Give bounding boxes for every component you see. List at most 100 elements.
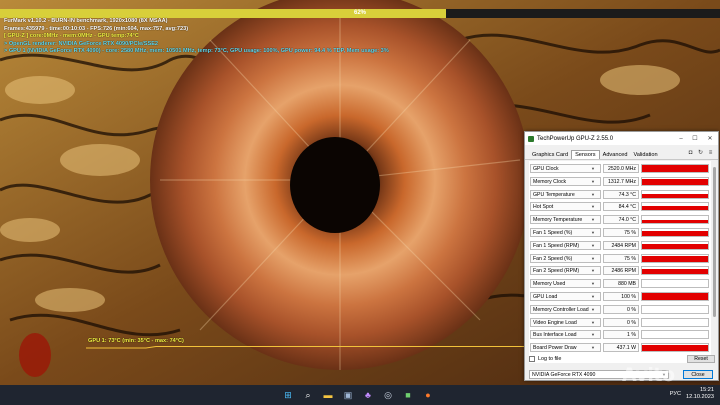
sensor-graph-fill xyxy=(642,178,708,185)
taskbar-icons: ⊞ ⌕ ▬ ▣ ♣ ◎ ■ ● xyxy=(281,388,435,402)
sensor-row: Fan 1 Speed (RPM) ▼ 2484 RPM xyxy=(529,240,709,251)
avito-watermark: Avito xyxy=(622,364,675,386)
sensor-graph-fill xyxy=(642,165,708,172)
temperature-graph-label: GPU 1: 73°C (min: 35°C - max: 74°C) xyxy=(88,338,184,344)
gpuz-tabs: Graphics Card Sensors Advanced Validatio… xyxy=(525,149,718,160)
sensor-graph xyxy=(641,189,709,199)
sensor-graph-fill xyxy=(642,193,708,198)
temperature-graph-line xyxy=(86,346,526,349)
gamepad-icon[interactable]: ♣ xyxy=(361,388,375,402)
gpuz-taskbar-icon[interactable]: ■ xyxy=(401,388,415,402)
sensor-graph xyxy=(641,202,709,212)
menu-icon[interactable]: ≡ xyxy=(707,150,714,157)
clock[interactable]: 15:21 12.10.2023 xyxy=(686,387,714,401)
sensor-row: Hot Spot ▼ 84.4 °C xyxy=(529,201,709,212)
sensor-value: 74.0 °C xyxy=(603,215,639,225)
sensor-graph xyxy=(641,279,709,289)
close-button[interactable]: Close xyxy=(683,369,713,379)
sensor-row: GPU Load ▼ 100 % xyxy=(529,291,709,302)
sensor-value: 74.3 °C xyxy=(603,189,639,199)
sensor-graph-fill xyxy=(642,230,708,236)
chevron-down-icon[interactable]: ▼ xyxy=(591,281,595,286)
sensor-row: Video Engine Load ▼ 0 % xyxy=(529,317,709,328)
gpuz-title-bar[interactable]: TechPowerUp GPU-Z 2.55.0 – ☐ ✕ xyxy=(525,132,718,145)
steam-icon[interactable]: ◎ xyxy=(381,388,395,402)
sensor-row: Bus Interface Load ▼ 1 % xyxy=(529,329,709,340)
tab-graphics-card[interactable]: Graphics Card xyxy=(529,151,571,159)
progress-label: 62% xyxy=(353,10,366,16)
file-explorer-icon[interactable]: ▬ xyxy=(321,388,335,402)
maximize-button[interactable]: ☐ xyxy=(688,135,702,142)
clock-time: 15:21 xyxy=(700,387,714,393)
chevron-down-icon[interactable]: ▼ xyxy=(591,217,595,222)
camera-icon[interactable]: ◘ xyxy=(687,150,694,157)
sensor-graph xyxy=(641,253,709,263)
tab-advanced[interactable]: Advanced xyxy=(600,151,631,159)
sensor-graph-fill xyxy=(642,243,708,249)
chevron-down-icon[interactable]: ▼ xyxy=(591,179,595,184)
chevron-down-icon[interactable]: ▼ xyxy=(591,256,595,261)
log-to-file-label[interactable]: Log to file xyxy=(538,356,687,362)
sensor-row: GPU Temperature ▼ 74.3 °C xyxy=(529,189,709,200)
clock-date: 12.10.2023 xyxy=(686,394,714,400)
sensor-graph xyxy=(641,304,709,314)
sensor-value: 75 % xyxy=(603,253,639,263)
osd-gpu-line: > GPU 1 (NVIDIA GeForce RTX 4090) - core… xyxy=(4,48,389,55)
sensor-graph xyxy=(641,164,709,173)
sensor-value: 2486 RPM xyxy=(603,266,639,276)
refresh-icon[interactable]: ↻ xyxy=(697,150,704,157)
sensor-graph xyxy=(641,176,709,186)
tab-validation[interactable]: Validation xyxy=(630,151,660,159)
chevron-down-icon[interactable]: ▼ xyxy=(591,320,595,325)
osd-gpuz-line: [ GPU-Z ] core:0MHz - mem:0MHz - GPU tem… xyxy=(4,33,139,40)
search-icon[interactable]: ⌕ xyxy=(301,388,315,402)
chevron-down-icon[interactable]: ▼ xyxy=(591,192,595,197)
minimize-button[interactable]: – xyxy=(674,136,688,142)
sensor-graph xyxy=(641,317,709,327)
sensor-graph-fill xyxy=(642,205,708,211)
chevron-down-icon[interactable]: ▼ xyxy=(591,332,595,337)
sensor-value: 0 % xyxy=(603,317,639,327)
sensor-graph-fill xyxy=(642,219,708,224)
windows-start-icon[interactable]: ⊞ xyxy=(281,388,295,402)
chevron-down-icon[interactable]: ▼ xyxy=(591,268,595,273)
sensor-graph-fill xyxy=(642,344,708,352)
sensor-row: Memory Controller Load ▼ 0 % xyxy=(529,304,709,315)
task-view-icon[interactable]: ▣ xyxy=(341,388,355,402)
tab-sensors[interactable]: Sensors xyxy=(571,150,600,159)
gpuz-app-icon xyxy=(528,135,534,142)
gpuz-bottom-bar: Log to file Reset xyxy=(529,354,715,364)
chevron-down-icon[interactable]: ▼ xyxy=(591,294,595,299)
sensor-graph-fill xyxy=(642,256,708,262)
chevron-down-icon[interactable]: ▼ xyxy=(591,230,595,235)
furmark-taskbar-icon[interactable]: ● xyxy=(421,388,435,402)
sensor-scrollbar[interactable] xyxy=(712,161,717,363)
sensor-row: Memory Used ▼ 880 MB xyxy=(529,278,709,289)
sensor-row: GPU Clock ▼ 2520.0 MHz xyxy=(529,163,709,174)
sensor-value: 1 % xyxy=(603,330,639,340)
gpu-select-value: NVIDIA GeForce RTX 4090 xyxy=(532,371,596,378)
chevron-down-icon[interactable]: ▼ xyxy=(591,307,595,312)
sensor-graph xyxy=(641,215,709,225)
chevron-down-icon[interactable]: ▼ xyxy=(591,243,595,248)
window-close-button[interactable]: ✕ xyxy=(702,135,718,142)
chevron-down-icon[interactable]: ▼ xyxy=(591,345,595,350)
sensor-value: 1312.7 MHz xyxy=(603,176,639,186)
furmark-osd: FurMark v1.10.2 - BURN-IN benchmark, 192… xyxy=(4,18,424,56)
chevron-down-icon[interactable]: ▼ xyxy=(591,166,595,171)
sensor-row: Memory Clock ▼ 1312.7 MHz xyxy=(529,176,709,187)
chevron-down-icon[interactable]: ▼ xyxy=(591,204,595,209)
sensor-row: Memory Temperature ▼ 74.0 °C xyxy=(529,214,709,225)
sensor-value: 2520.0 MHz xyxy=(603,164,639,173)
gpuz-title: TechPowerUp GPU-Z 2.55.0 xyxy=(537,135,614,142)
sensor-value: 880 MB xyxy=(603,279,639,289)
gpuz-window[interactable]: TechPowerUp GPU-Z 2.55.0 – ☐ ✕ Graphics … xyxy=(524,131,719,381)
sensor-value: 75 % xyxy=(603,228,639,237)
scrollbar-thumb[interactable] xyxy=(713,167,716,317)
sensor-graph xyxy=(641,266,709,276)
log-to-file-checkbox[interactable] xyxy=(529,356,535,362)
sensor-graph-fill xyxy=(642,269,708,275)
language-indicator[interactable]: РУС xyxy=(670,391,681,397)
sensor-row: Fan 2 Speed (RPM) ▼ 2486 RPM xyxy=(529,265,709,276)
reset-button[interactable]: Reset xyxy=(687,355,715,363)
